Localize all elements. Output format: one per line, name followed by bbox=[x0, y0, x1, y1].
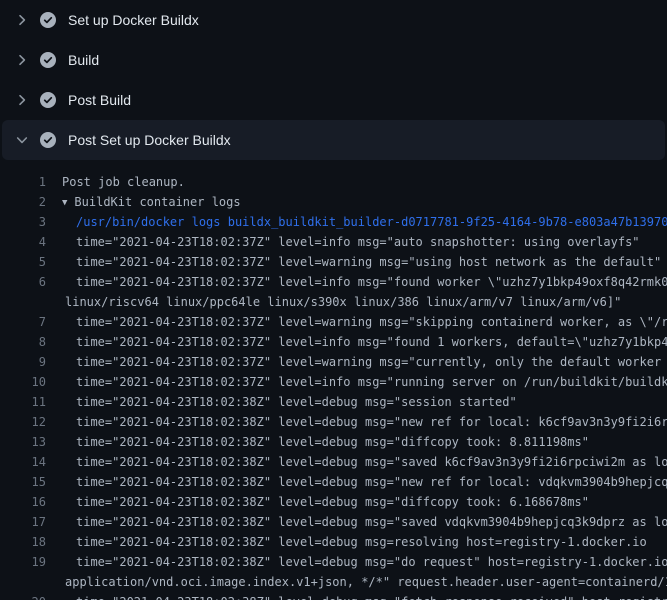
line-number[interactable]: 19 bbox=[0, 552, 46, 572]
log-row: 9 time="2021-04-23T18:02:37Z" level=warn… bbox=[0, 352, 667, 372]
log-line-text: time="2021-04-23T18:02:37Z" level=info m… bbox=[76, 332, 667, 352]
log-row: 17 time="2021-04-23T18:02:38Z" level=deb… bbox=[0, 512, 667, 532]
line-number[interactable]: 5 bbox=[0, 252, 46, 272]
log-line-text: time="2021-04-23T18:02:38Z" level=debug … bbox=[76, 452, 667, 472]
log-row: 19 time="2021-04-23T18:02:38Z" level=deb… bbox=[0, 552, 667, 572]
line-number[interactable]: 17 bbox=[0, 512, 46, 532]
log-row: 6 time="2021-04-23T18:02:37Z" level=info… bbox=[0, 272, 667, 292]
log-line-text: time="2021-04-23T18:02:37Z" level=warnin… bbox=[76, 312, 667, 332]
group-label: BuildKit container logs bbox=[74, 195, 240, 209]
log-row: 7 time="2021-04-23T18:02:37Z" level=warn… bbox=[0, 312, 667, 332]
log-row: application/vnd.oci.image.index.v1+json,… bbox=[0, 572, 667, 592]
check-circle-icon bbox=[40, 52, 56, 68]
log-line-text: time="2021-04-23T18:02:38Z" level=debug … bbox=[76, 432, 589, 452]
line-number[interactable]: 20 bbox=[0, 592, 46, 600]
log-line-text: time="2021-04-23T18:02:38Z" level=debug … bbox=[76, 492, 589, 512]
step-title: Set up Docker Buildx bbox=[68, 12, 199, 28]
log-row: 2 ▼ BuildKit container logs bbox=[0, 192, 667, 212]
log-row: 3 /usr/bin/docker logs buildx_buildkit_b… bbox=[0, 212, 667, 232]
log-row: 5 time="2021-04-23T18:02:37Z" level=warn… bbox=[0, 252, 667, 272]
log-line-text: time="2021-04-23T18:02:38Z" level=debug … bbox=[76, 472, 667, 492]
log-line-text: time="2021-04-23T18:02:37Z" level=warnin… bbox=[76, 352, 667, 372]
log-row: 12 time="2021-04-23T18:02:38Z" level=deb… bbox=[0, 412, 667, 432]
step-title: Post Set up Docker Buildx bbox=[68, 132, 231, 148]
log-row: linux/riscv64 linux/ppc64le linux/s390x … bbox=[0, 292, 667, 312]
line-number[interactable]: 6 bbox=[0, 272, 46, 292]
actions-log-viewer: Set up Docker Buildx Build P bbox=[0, 0, 667, 600]
log-line-text: time="2021-04-23T18:02:37Z" level=info m… bbox=[76, 372, 667, 392]
step-title: Post Build bbox=[68, 92, 131, 108]
line-number[interactable]: 13 bbox=[0, 432, 46, 452]
log-row: 18 time="2021-04-23T18:02:38Z" level=deb… bbox=[0, 532, 667, 552]
line-number[interactable]: 2 bbox=[0, 192, 46, 212]
log-line-text: time="2021-04-23T18:02:38Z" level=debug … bbox=[76, 412, 667, 432]
line-number[interactable]: 9 bbox=[0, 352, 46, 372]
log-line-text: linux/riscv64 linux/ppc64le linux/s390x … bbox=[65, 292, 621, 312]
log-line-text: time="2021-04-23T18:02:37Z" level=info m… bbox=[76, 232, 640, 252]
log-line-text: time="2021-04-23T18:02:37Z" level=info m… bbox=[76, 272, 667, 292]
log-row: 4 time="2021-04-23T18:02:37Z" level=info… bbox=[0, 232, 667, 252]
log-line-text: time="2021-04-23T18:02:38Z" level=debug … bbox=[76, 592, 667, 600]
log-row: 10 time="2021-04-23T18:02:37Z" level=inf… bbox=[0, 372, 667, 392]
log-row: 11 time="2021-04-23T18:02:38Z" level=deb… bbox=[0, 392, 667, 412]
log-line-text: time="2021-04-23T18:02:38Z" level=debug … bbox=[76, 532, 647, 552]
step-header-build[interactable]: Build bbox=[2, 40, 665, 80]
log-row: 16 time="2021-04-23T18:02:38Z" level=deb… bbox=[0, 492, 667, 512]
chevron-down-icon bbox=[14, 132, 30, 148]
group-toggle-icon[interactable]: ▼ bbox=[62, 193, 67, 212]
log-line-text: Post job cleanup. bbox=[62, 172, 185, 192]
log-row: 13 time="2021-04-23T18:02:38Z" level=deb… bbox=[0, 432, 667, 452]
log-line-text: application/vnd.oci.image.index.v1+json,… bbox=[65, 572, 667, 592]
line-number[interactable]: 18 bbox=[0, 532, 46, 552]
line-number[interactable]: 3 bbox=[0, 212, 46, 232]
check-circle-icon bbox=[40, 12, 56, 28]
log-line-text: time="2021-04-23T18:02:37Z" level=warnin… bbox=[76, 252, 661, 272]
chevron-right-icon bbox=[14, 92, 30, 108]
chevron-right-icon bbox=[14, 12, 30, 28]
line-number[interactable]: 7 bbox=[0, 312, 46, 332]
log-line-text: ▼ BuildKit container logs bbox=[62, 192, 241, 212]
log-line-text: time="2021-04-23T18:02:38Z" level=debug … bbox=[76, 392, 517, 412]
line-number[interactable]: 1 bbox=[0, 172, 46, 192]
step-header-set-up-docker-buildx[interactable]: Set up Docker Buildx bbox=[2, 0, 665, 40]
log-row: 20 time="2021-04-23T18:02:38Z" level=deb… bbox=[0, 592, 667, 600]
log-row: 1 Post job cleanup. bbox=[0, 172, 667, 192]
line-number[interactable]: 10 bbox=[0, 372, 46, 392]
step-title: Build bbox=[68, 52, 99, 68]
log-line-text: time="2021-04-23T18:02:38Z" level=debug … bbox=[76, 552, 667, 572]
step-header-post-build[interactable]: Post Build bbox=[2, 80, 665, 120]
command-text: /usr/bin/docker logs buildx_buildkit_bui… bbox=[76, 212, 667, 232]
check-circle-icon bbox=[40, 132, 56, 148]
steps-list: Set up Docker Buildx Build P bbox=[0, 0, 667, 160]
log-area: 1 Post job cleanup. 2 ▼ BuildKit containe… bbox=[0, 160, 667, 600]
log-line-text: time="2021-04-23T18:02:38Z" level=debug … bbox=[76, 512, 667, 532]
line-number[interactable]: 4 bbox=[0, 232, 46, 252]
line-number[interactable]: 11 bbox=[0, 392, 46, 412]
log-row: 15 time="2021-04-23T18:02:38Z" level=deb… bbox=[0, 472, 667, 492]
log-row: 8 time="2021-04-23T18:02:37Z" level=info… bbox=[0, 332, 667, 352]
line-number[interactable]: 15 bbox=[0, 472, 46, 492]
step-header-post-set-up-docker-buildx[interactable]: Post Set up Docker Buildx bbox=[2, 120, 665, 160]
line-number[interactable]: 8 bbox=[0, 332, 46, 352]
line-number[interactable]: 14 bbox=[0, 452, 46, 472]
log-row: 14 time="2021-04-23T18:02:38Z" level=deb… bbox=[0, 452, 667, 472]
chevron-right-icon bbox=[14, 52, 30, 68]
line-number[interactable]: 12 bbox=[0, 412, 46, 432]
check-circle-icon bbox=[40, 92, 56, 108]
line-number[interactable]: 16 bbox=[0, 492, 46, 512]
